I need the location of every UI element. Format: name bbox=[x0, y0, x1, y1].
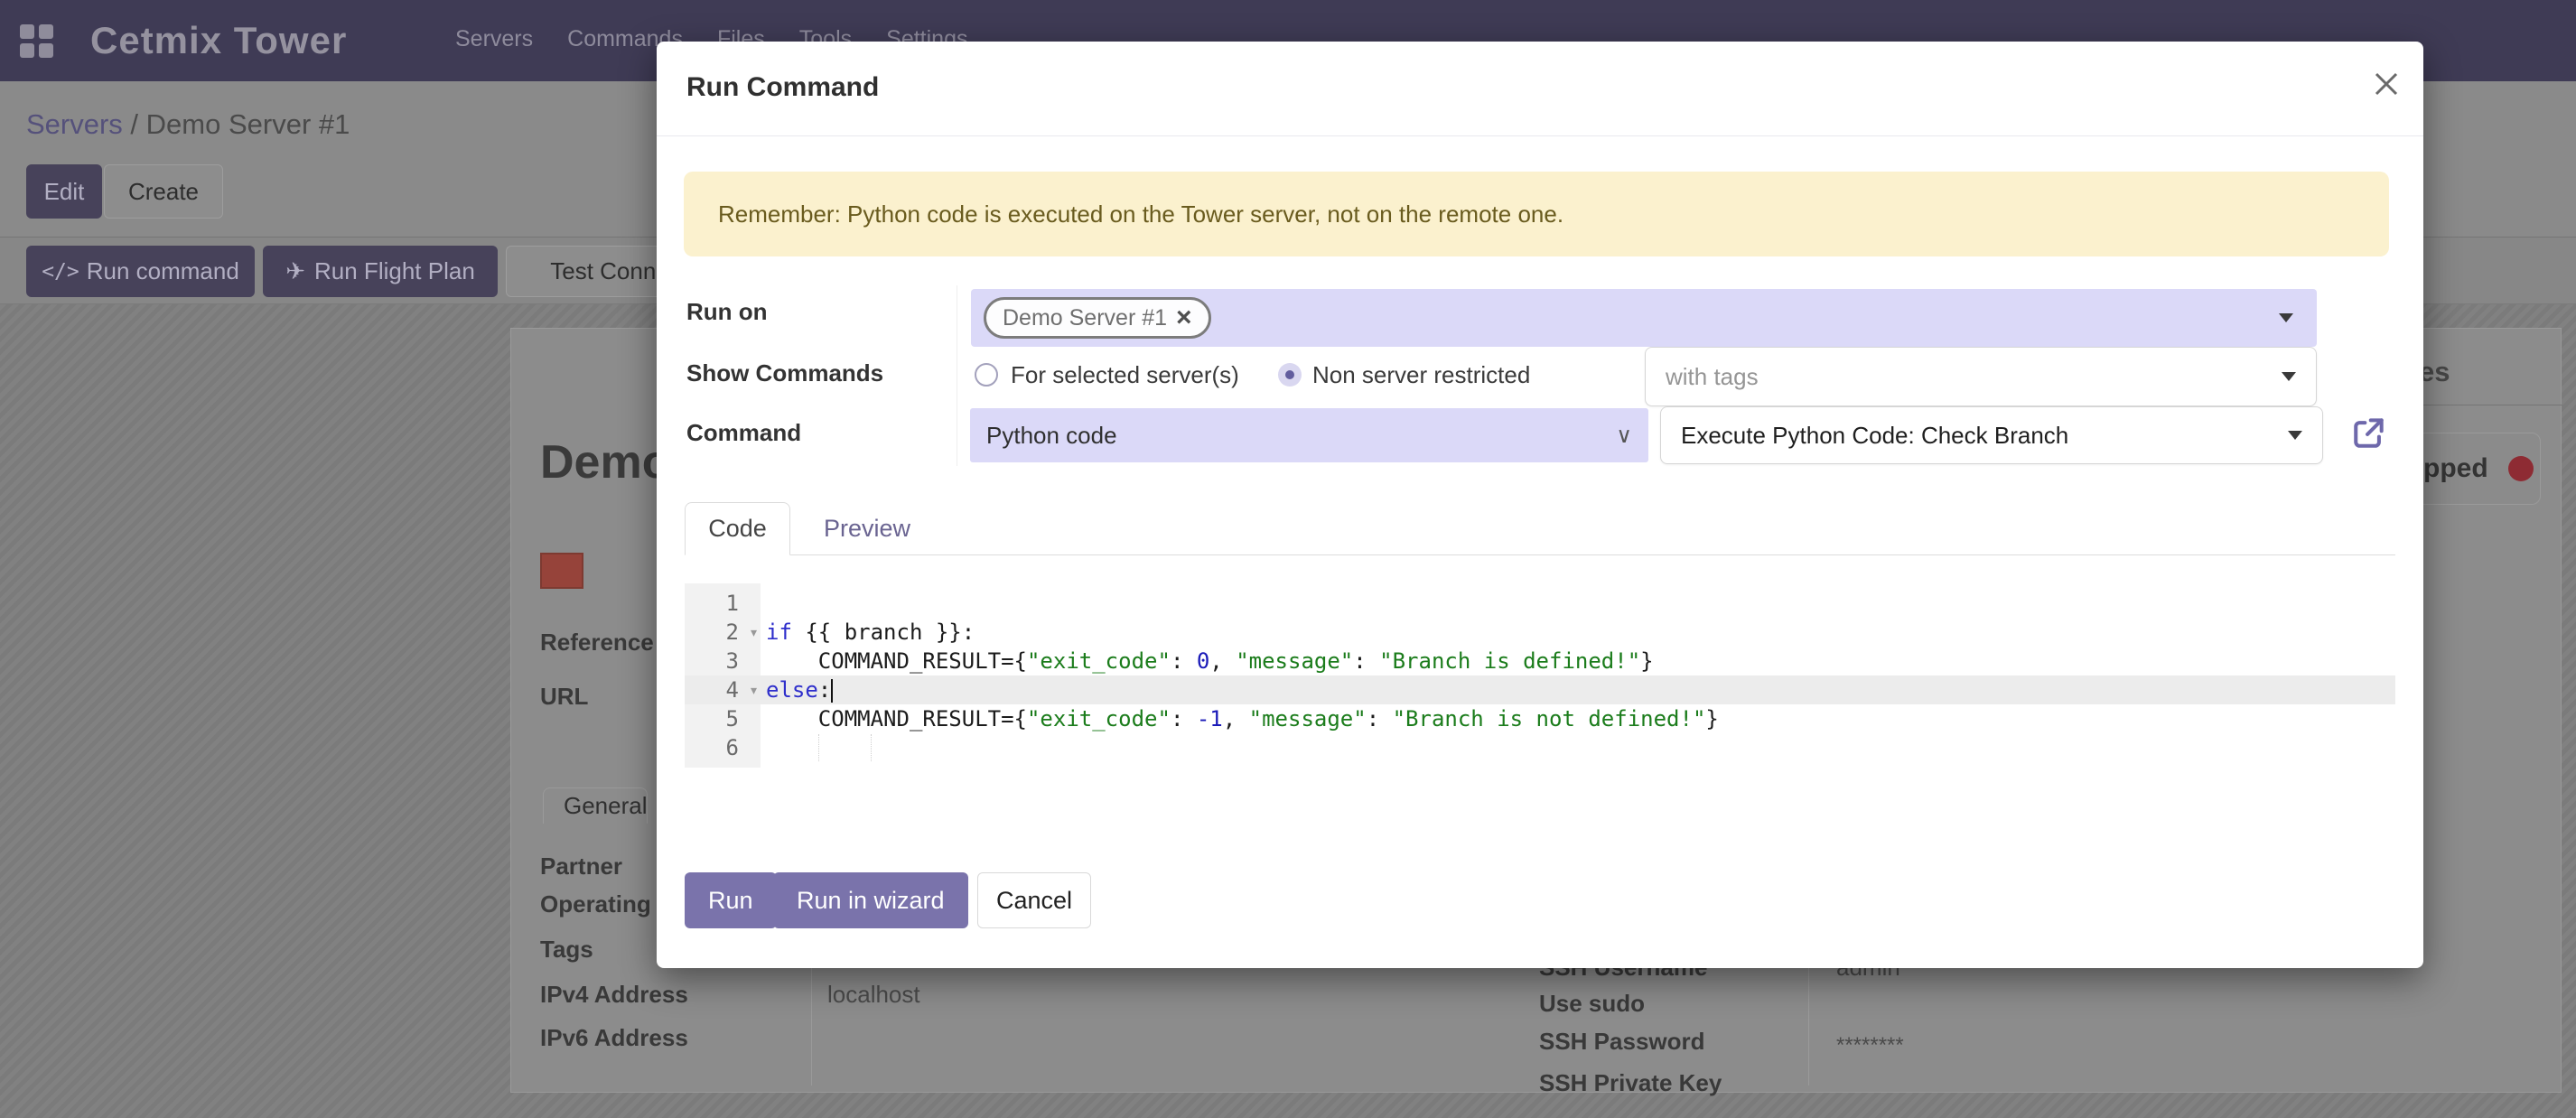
run-flight-plan-button[interactable]: ✈ Run Flight Plan bbox=[263, 246, 498, 297]
run-button[interactable]: Run bbox=[685, 872, 777, 928]
field-label-tags: Tags bbox=[540, 936, 593, 964]
screen: Cetmix Tower Servers Commands Files Tool… bbox=[0, 0, 2576, 1118]
run-command-button[interactable]: </> Run command bbox=[26, 246, 255, 297]
code-line-3[interactable]: 3 COMMAND_RESULT={"exit_code": 0, "messa… bbox=[685, 647, 2395, 675]
code-line-4[interactable]: 4▾else: bbox=[685, 675, 2395, 704]
app-title: Cetmix Tower bbox=[90, 0, 347, 81]
field-label-operating: Operating bbox=[540, 890, 651, 918]
column-divider-left bbox=[811, 966, 812, 1085]
tags-select[interactable]: with tags bbox=[1645, 347, 2317, 406]
breadcrumb-current: Demo Server #1 bbox=[146, 108, 350, 140]
breadcrumb-servers-link[interactable]: Servers bbox=[26, 108, 123, 140]
plane-icon: ✈ bbox=[285, 257, 305, 285]
line-number: 4▾ bbox=[685, 677, 761, 703]
field-label-ssh-password: SSH Password bbox=[1539, 1028, 1705, 1056]
chip-remove-icon[interactable]: × bbox=[1176, 304, 1192, 331]
command-label: Command bbox=[686, 419, 801, 447]
chevron-down-icon bbox=[2288, 431, 2302, 440]
chevron-down-icon: ∨ bbox=[1616, 423, 1632, 449]
edit-button[interactable]: Edit bbox=[26, 164, 102, 219]
tab-general[interactable]: General bbox=[543, 787, 648, 824]
code-line-2[interactable]: 2▾if {{ branch }}: bbox=[685, 618, 2395, 647]
apps-grid-icon[interactable] bbox=[20, 24, 54, 59]
breadcrumb: Servers / Demo Server #1 bbox=[26, 108, 350, 141]
chevron-down-icon bbox=[2282, 372, 2296, 381]
radio-selected-servers[interactable] bbox=[975, 363, 998, 387]
code-editor-lines: 12▾if {{ branch }}:3 COMMAND_RESULT={"ex… bbox=[685, 589, 2395, 762]
server-chip[interactable]: Demo Server #1 × bbox=[984, 297, 1211, 339]
line-number: 6 bbox=[685, 735, 761, 760]
modal-title: Run Command bbox=[686, 72, 879, 103]
run-on-label: Run on bbox=[686, 298, 768, 326]
field-label-ssh-private-key: SSH Private Key bbox=[1539, 1069, 1722, 1097]
status-label-partial: pped bbox=[2423, 453, 2488, 484]
tab-code[interactable]: Code bbox=[685, 502, 790, 555]
fold-arrow-icon[interactable]: ▾ bbox=[751, 625, 757, 640]
tabs-divider bbox=[685, 554, 2395, 555]
radio-non-restricted[interactable] bbox=[1278, 363, 1302, 387]
line-number: 3 bbox=[685, 648, 761, 674]
field-label-ipv4: IPv4 Address bbox=[540, 981, 688, 1009]
field-label-ipv6: IPv6 Address bbox=[540, 1024, 688, 1052]
show-commands-label: Show Commands bbox=[686, 359, 883, 387]
line-number: 2▾ bbox=[685, 620, 761, 645]
field-value-ssh-password: ******** bbox=[1836, 1033, 1904, 1058]
code-line-6[interactable]: 6 bbox=[685, 733, 2395, 762]
line-number: 1 bbox=[685, 591, 761, 616]
header-divider bbox=[657, 135, 2423, 136]
nav-item-servers[interactable]: Servers bbox=[455, 26, 533, 52]
chevron-down-icon bbox=[2279, 313, 2293, 322]
cancel-button[interactable]: Cancel bbox=[977, 872, 1091, 928]
command-name-select[interactable]: Execute Python Code: Check Branch bbox=[1660, 406, 2323, 464]
indent-guide bbox=[818, 734, 819, 761]
code-line-1[interactable]: 1 bbox=[685, 589, 2395, 618]
radio-non-restricted-label[interactable]: Non server restricted bbox=[1312, 361, 1530, 389]
alert-warning: Remember: Python code is executed on the… bbox=[684, 172, 2389, 256]
color-swatch[interactable] bbox=[540, 553, 583, 589]
column-divider-right bbox=[1808, 966, 1809, 1085]
field-label-partner: Partner bbox=[540, 852, 622, 880]
field-label-reference: Reference bbox=[540, 629, 654, 657]
tab-preview[interactable]: Preview bbox=[790, 502, 944, 554]
right-heading-partial: es bbox=[2419, 356, 2450, 388]
close-icon[interactable] bbox=[2373, 70, 2400, 98]
run-on-field[interactable]: Demo Server #1 × bbox=[971, 289, 2317, 347]
fold-arrow-icon[interactable]: ▾ bbox=[751, 683, 757, 698]
external-link-icon[interactable] bbox=[2348, 414, 2388, 453]
radio-selected-servers-label[interactable]: For selected server(s) bbox=[1011, 361, 1239, 389]
field-label-use-sudo: Use sudo bbox=[1539, 990, 1645, 1018]
run-in-wizard-button[interactable]: Run in wizard bbox=[773, 872, 968, 928]
run-command-modal: Run Command Remember: Python code is exe… bbox=[657, 42, 2423, 968]
indent-guide bbox=[871, 734, 872, 761]
create-button[interactable]: Create bbox=[104, 164, 223, 219]
code-editor[interactable]: 12▾if {{ branch }}:3 COMMAND_RESULT={"ex… bbox=[685, 583, 2395, 768]
field-value-ipv4: localhost bbox=[827, 981, 920, 1009]
breadcrumb-separator: / bbox=[123, 108, 146, 140]
code-icon: </> bbox=[42, 260, 79, 284]
text-cursor bbox=[831, 679, 833, 703]
status-stopped-dot bbox=[2508, 456, 2534, 481]
field-label-url: URL bbox=[540, 683, 588, 711]
code-line-5[interactable]: 5 COMMAND_RESULT={"exit_code": -1, "mess… bbox=[685, 704, 2395, 733]
line-number: 5 bbox=[685, 706, 761, 731]
command-type-select[interactable]: Python code ∨ bbox=[970, 408, 1648, 462]
